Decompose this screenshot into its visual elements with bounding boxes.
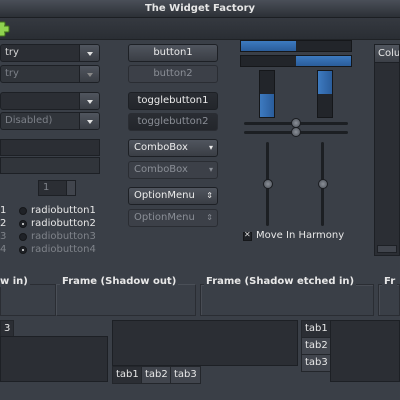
notebook3-tab-2[interactable]: tab2 [301, 337, 331, 355]
radio-label-4: radiobutton4 [31, 244, 96, 255]
harmony-label: Move In Harmony [256, 230, 345, 241]
radio-label-a4: 4 [0, 244, 7, 255]
notebook2-page [112, 320, 298, 366]
title-bar: The Widget Factory [0, 0, 400, 18]
progress-bar-h2 [240, 55, 352, 67]
radio-2[interactable] [19, 220, 27, 228]
window-title: The Widget Factory [144, 3, 256, 14]
radio-label-1: radiobutton1 [31, 205, 96, 216]
radio-label-a1: 1 [0, 205, 7, 216]
updown-arrows-icon: ⇕ [206, 213, 213, 222]
chevron-down-icon [79, 66, 99, 82]
frame-shadow-in-label: w in) [0, 276, 30, 287]
progress-fill-h1 [241, 41, 296, 51]
scale-v1-knob[interactable] [263, 179, 273, 189]
notebook3-page [330, 320, 400, 382]
notebook2-tab-2[interactable]: tab2 [141, 366, 172, 384]
text-entry-1[interactable] [0, 139, 100, 156]
radio-label-2: radiobutton2 [31, 218, 96, 229]
progress-bar-v2 [317, 70, 333, 118]
combo-entry-2: try [0, 65, 100, 83]
chevron-down-icon[interactable] [79, 45, 99, 61]
button-2: button2 [128, 65, 218, 83]
radio-label-a2: 2 [0, 218, 7, 229]
frame-shadow-out [56, 284, 196, 316]
combobox-1[interactable]: ComboBox ▾ [128, 139, 218, 157]
combo-disabled: Disabled) [0, 112, 100, 130]
option-menu-2-label: OptionMenu [134, 212, 195, 223]
tree-view[interactable]: Colu [374, 44, 400, 256]
updown-arrows-icon: ⇕ [206, 191, 213, 200]
notebook3-tab-1[interactable]: tab1 [301, 320, 331, 338]
option-menu-1[interactable]: OptionMenu ⇕ [128, 187, 218, 205]
add-icon[interactable] [0, 21, 10, 37]
combobox-1-label: ComboBox [134, 142, 188, 153]
combo-disabled-text: Disabled) [5, 115, 53, 126]
scale-h2-knob[interactable] [291, 127, 301, 137]
notebook2-tab-3[interactable]: tab3 [170, 366, 201, 384]
chevron-down-icon[interactable] [79, 93, 99, 109]
scale-v2-knob[interactable] [318, 179, 328, 189]
frame-shadow-in [0, 284, 56, 316]
notebook1-page [0, 336, 108, 382]
toolbar [0, 18, 400, 40]
combobox-2-label: ComboBox [134, 164, 188, 175]
progress-fill-v2 [318, 71, 332, 94]
radio-3 [19, 233, 27, 241]
toggle-button-1[interactable]: togglebutton1 [128, 92, 218, 110]
progress-fill-v1 [260, 94, 274, 117]
spin-button[interactable]: 1 [38, 180, 76, 196]
notebook3-tab-3[interactable]: tab3 [301, 354, 331, 372]
spin-value: 1 [43, 182, 50, 193]
combo-3[interactable] [0, 92, 100, 110]
text-entry-2 [0, 157, 100, 174]
radio-1[interactable] [19, 207, 27, 215]
chevron-down-icon: ▾ [208, 143, 213, 152]
button-1[interactable]: button1 [128, 44, 218, 62]
radio-4 [19, 246, 27, 254]
notebook2-tab-1[interactable]: tab1 [112, 366, 143, 384]
combobox-2: ComboBox ▾ [128, 161, 218, 179]
frame-shadow-etched-out [378, 284, 400, 316]
frame-shadow-etched-in [200, 284, 374, 316]
progress-bar-v1 [259, 70, 275, 118]
combo-entry-1[interactable]: try [0, 44, 100, 62]
tree-column-header[interactable]: Colu [375, 45, 399, 63]
option-menu-2: OptionMenu ⇕ [128, 209, 218, 227]
frame-shadow-etched-in-label: Frame (Shadow etched in) [204, 276, 357, 287]
spin-arrows-icon[interactable] [66, 181, 75, 195]
tree-scrollbar[interactable] [377, 245, 397, 253]
progress-bar-h1 [240, 40, 352, 52]
frame-shadow-out-label: Frame (Shadow out) [60, 276, 179, 287]
chevron-down-icon [79, 113, 99, 129]
combo-entry-2-text: try [5, 68, 19, 79]
frame-shadow-etched-out-label: Fr [382, 276, 398, 287]
harmony-checkbox[interactable] [243, 230, 252, 241]
combo-entry-1-text: try [5, 47, 19, 58]
radio-label-3: radiobutton3 [31, 231, 96, 242]
chevron-down-icon: ▾ [208, 165, 213, 174]
radio-label-a3: 3 [0, 231, 7, 242]
option-menu-1-label: OptionMenu [134, 190, 195, 201]
toggle-button-2: togglebutton2 [128, 113, 218, 131]
progress-fill-h2 [296, 56, 351, 66]
